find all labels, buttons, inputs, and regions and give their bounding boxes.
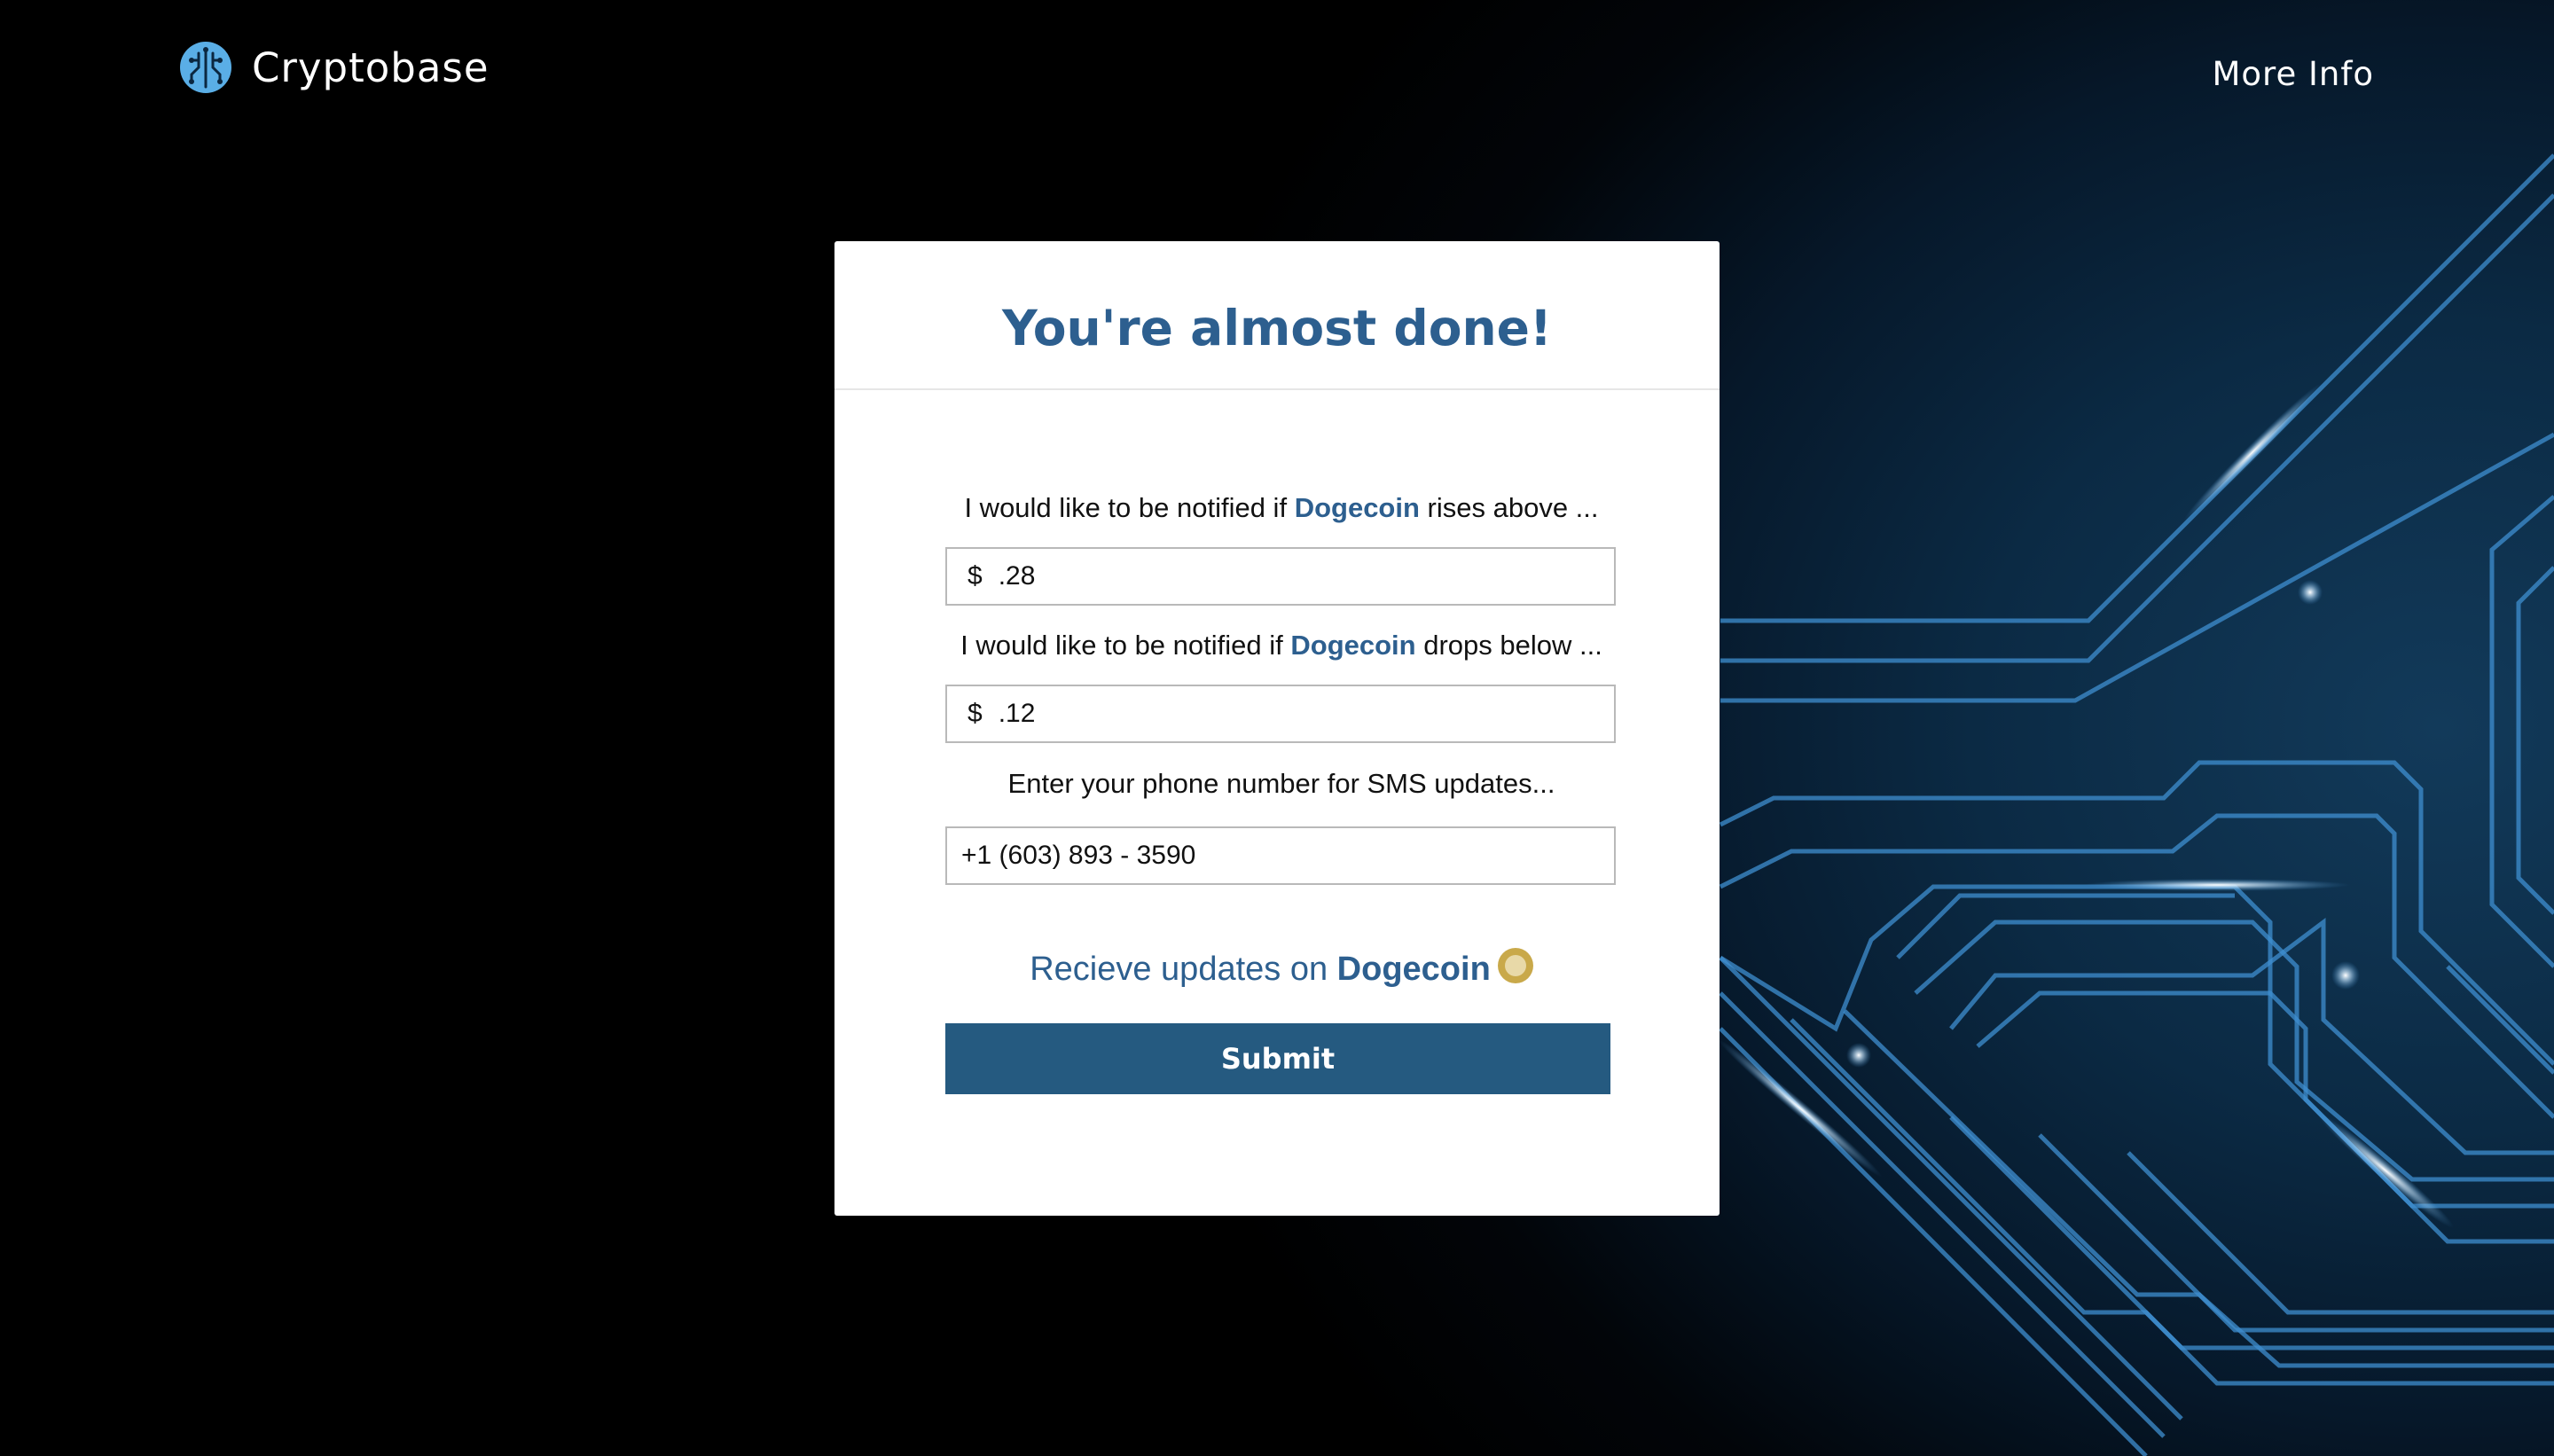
- more-info-link[interactable]: More Info: [2212, 55, 2374, 93]
- notification-card: You're almost done! I would like to be n…: [834, 241, 1720, 1216]
- receive-updates-coin: Dogecoin: [1336, 951, 1491, 988]
- rise-label: I would like to be notified if Dogecoin …: [945, 492, 1618, 524]
- drop-below-field[interactable]: $: [945, 685, 1616, 743]
- drop-label-suffix: drops below ...: [1423, 630, 1602, 661]
- circuit-brain-icon: [180, 42, 231, 93]
- receive-updates: Recieve updates on Dogecoin: [945, 948, 1618, 989]
- rise-label-prefix: I would like to be notified if: [964, 492, 1288, 523]
- dogecoin-icon: [1497, 948, 1533, 983]
- card-header: You're almost done!: [834, 241, 1720, 390]
- rise-label-suffix: rises above ...: [1427, 492, 1599, 523]
- submit-button[interactable]: Submit: [945, 1023, 1610, 1094]
- brand[interactable]: Cryptobase: [179, 41, 490, 94]
- page: Cryptobase More Info You're almost done!…: [0, 0, 2554, 1456]
- drop-label-coin: Dogecoin: [1290, 630, 1416, 661]
- phone-label: Enter your phone number for SMS updates.…: [1007, 768, 1555, 799]
- receive-updates-text: Recieve updates on: [1030, 951, 1328, 988]
- rise-above-field[interactable]: $: [945, 547, 1616, 606]
- drop-label: I would like to be notified if Dogecoin …: [945, 630, 1618, 661]
- rise-above-input[interactable]: [998, 561, 1575, 591]
- drop-label-prefix: I would like to be notified if: [960, 630, 1283, 661]
- phone-input[interactable]: [961, 841, 1538, 871]
- rise-label-coin: Dogecoin: [1294, 492, 1420, 523]
- card-title: You're almost done!: [1001, 300, 1553, 356]
- brand-name: Cryptobase: [252, 43, 490, 91]
- dollar-prefix: $: [968, 561, 983, 591]
- phone-field[interactable]: [945, 826, 1616, 885]
- drop-below-input[interactable]: [998, 699, 1575, 729]
- dollar-prefix: $: [968, 699, 983, 728]
